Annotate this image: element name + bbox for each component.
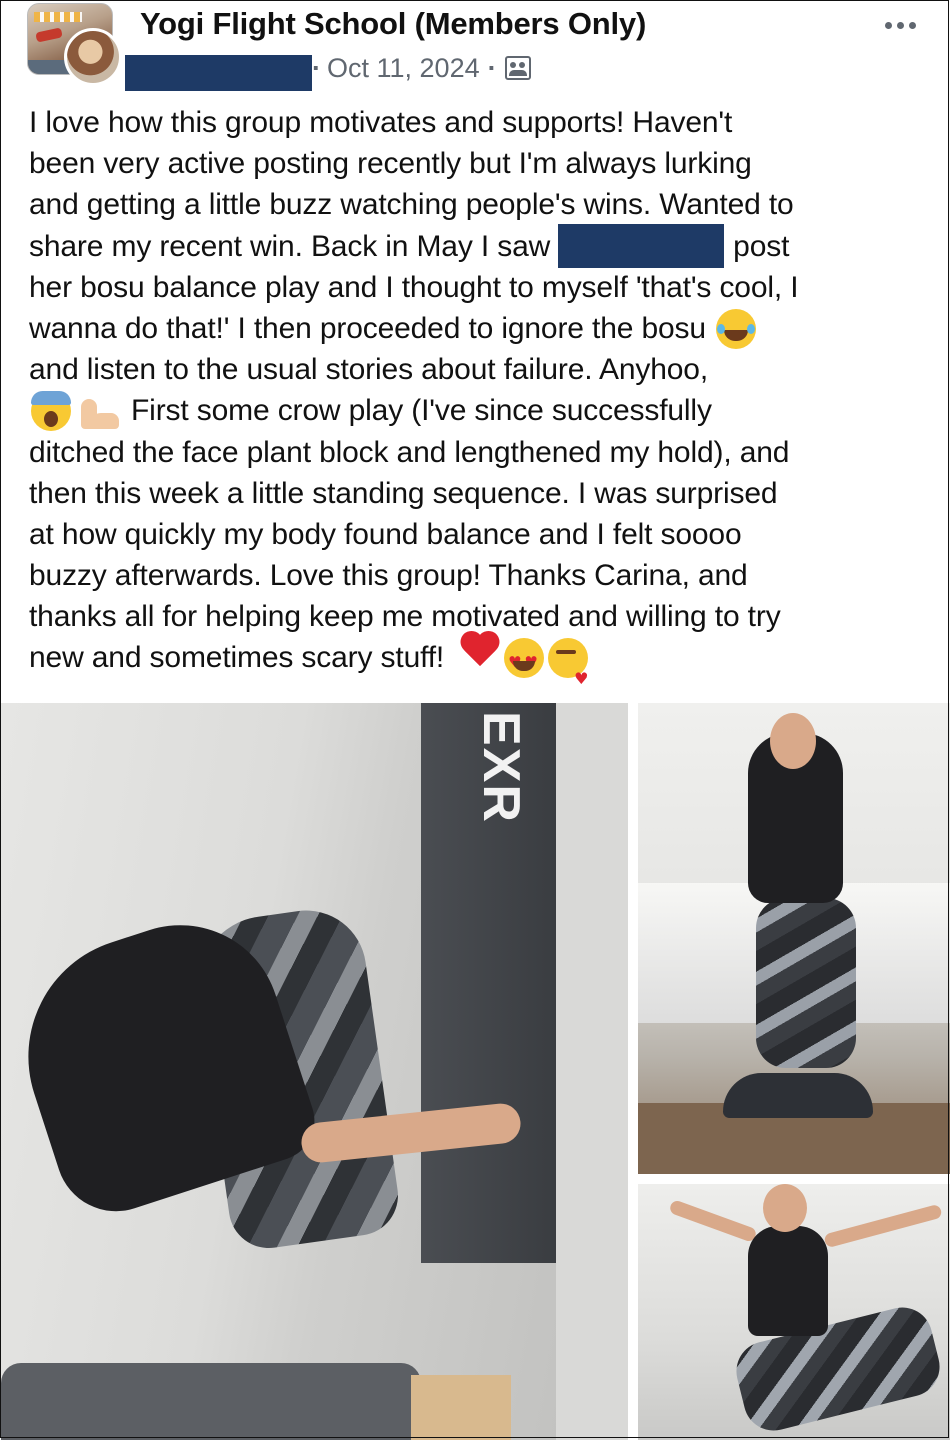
photo-yoga-block [411, 1375, 511, 1440]
post-line-text: I love how this group motivates and supp… [29, 106, 733, 139]
post-date[interactable]: Oct 11, 2024 [327, 53, 480, 84]
photo-person-head [770, 713, 816, 769]
photo-standing-sequence[interactable] [638, 1184, 950, 1440]
post-line-text: then this week a little standing sequenc… [29, 476, 778, 510]
post-line: First some crow play (I've since success… [29, 390, 929, 431]
photo-person-torso [748, 1226, 828, 1336]
photo-wall [556, 703, 628, 1440]
post-line-text: thanks all for helping keep me motivated… [29, 600, 781, 634]
author-avatar[interactable] [64, 28, 122, 86]
post-line: ditched the face plant block and lengthe… [29, 432, 929, 473]
photo-bosu-ball [723, 1073, 873, 1118]
post-line-text: ditched the face plant block and lengthe… [29, 435, 790, 469]
meta-separator: · [487, 52, 497, 83]
post-line-text: buzzy afterwards. Love this group! Thank… [29, 559, 748, 593]
post-line: thanks all for helping keep me motivated… [29, 596, 929, 637]
more-dots-icon [884, 21, 892, 29]
post-body: I love how this group motivates and supp… [29, 102, 929, 699]
post-line: her bosu balance play and I thought to m… [29, 267, 929, 308]
post-line-text: First some crow play (I've since success… [131, 394, 712, 428]
more-options-button[interactable] [876, 8, 924, 42]
author-name-redacted [125, 55, 312, 91]
post-line: buzzy afterwards. Love this group! Thank… [29, 555, 929, 596]
post-line-text: new and sometimes scary stuff! [29, 641, 445, 675]
post-line-text: been very active posting recently but I'… [29, 147, 752, 181]
post-line: I love how this group motivates and supp… [29, 102, 929, 143]
kissing-emoji-icon [548, 638, 588, 699]
more-dots-icon [896, 21, 904, 29]
post-line: and getting a little buzz watching peopl… [29, 184, 929, 225]
photo-person-legs [756, 898, 856, 1068]
mention-redacted [558, 224, 725, 269]
post-line-text: and getting a little buzz watching peopl… [29, 188, 794, 222]
photo-wall-lettering: EXR [472, 711, 530, 824]
post-line: at how quickly my body found balance and… [29, 514, 929, 555]
photo-person-arm [668, 1199, 758, 1243]
heart-eyes-emoji-icon [504, 638, 545, 683]
post-line-text: and listen to the usual stories about fa… [29, 353, 709, 387]
meta-separator: · [312, 52, 321, 83]
flexed-biceps-emoji-icon [75, 391, 121, 431]
photo-person-arm [823, 1203, 943, 1249]
group-avatar-stripe [34, 12, 82, 22]
group-avatar-figure [35, 27, 63, 43]
photo-bosu-ball [1, 1363, 421, 1440]
group-name-link[interactable]: Yogi Flight School (Members Only) [140, 6, 646, 42]
screaming-emoji-icon [31, 390, 71, 431]
post-line-text: share my recent win. Back in May I saw [29, 229, 551, 263]
post-line: then this week a little standing sequenc… [29, 473, 929, 514]
photo-crow-pose[interactable]: EXR [1, 703, 628, 1440]
post-line: share my recent win. Back in May I saw p… [29, 224, 929, 269]
photo-standing-balance[interactable] [638, 703, 950, 1174]
post-meta: · Oct 11, 2024 · [312, 50, 531, 86]
post-line-text: at how quickly my body found balance and… [29, 517, 742, 551]
post-line: wanna do that!' I then proceeded to igno… [29, 308, 929, 349]
red-heart-emoji-icon [460, 638, 500, 678]
members-icon[interactable] [504, 56, 531, 80]
more-dots-icon [908, 21, 916, 29]
post-header: Yogi Flight School (Members Only) · Oct … [0, 0, 951, 100]
post-line-text: post [733, 229, 790, 263]
post-line-text: her bosu balance play and I thought to m… [29, 270, 799, 304]
photo-person-head [763, 1184, 807, 1232]
laughing-emoji-icon [715, 308, 756, 349]
post-line-text: wanna do that!' I then proceeded to igno… [29, 311, 706, 345]
post-line: and listen to the usual stories about fa… [29, 349, 929, 390]
post-line: new and sometimes scary stuff! [29, 637, 929, 699]
post-line: been very active posting recently but I'… [29, 143, 929, 184]
